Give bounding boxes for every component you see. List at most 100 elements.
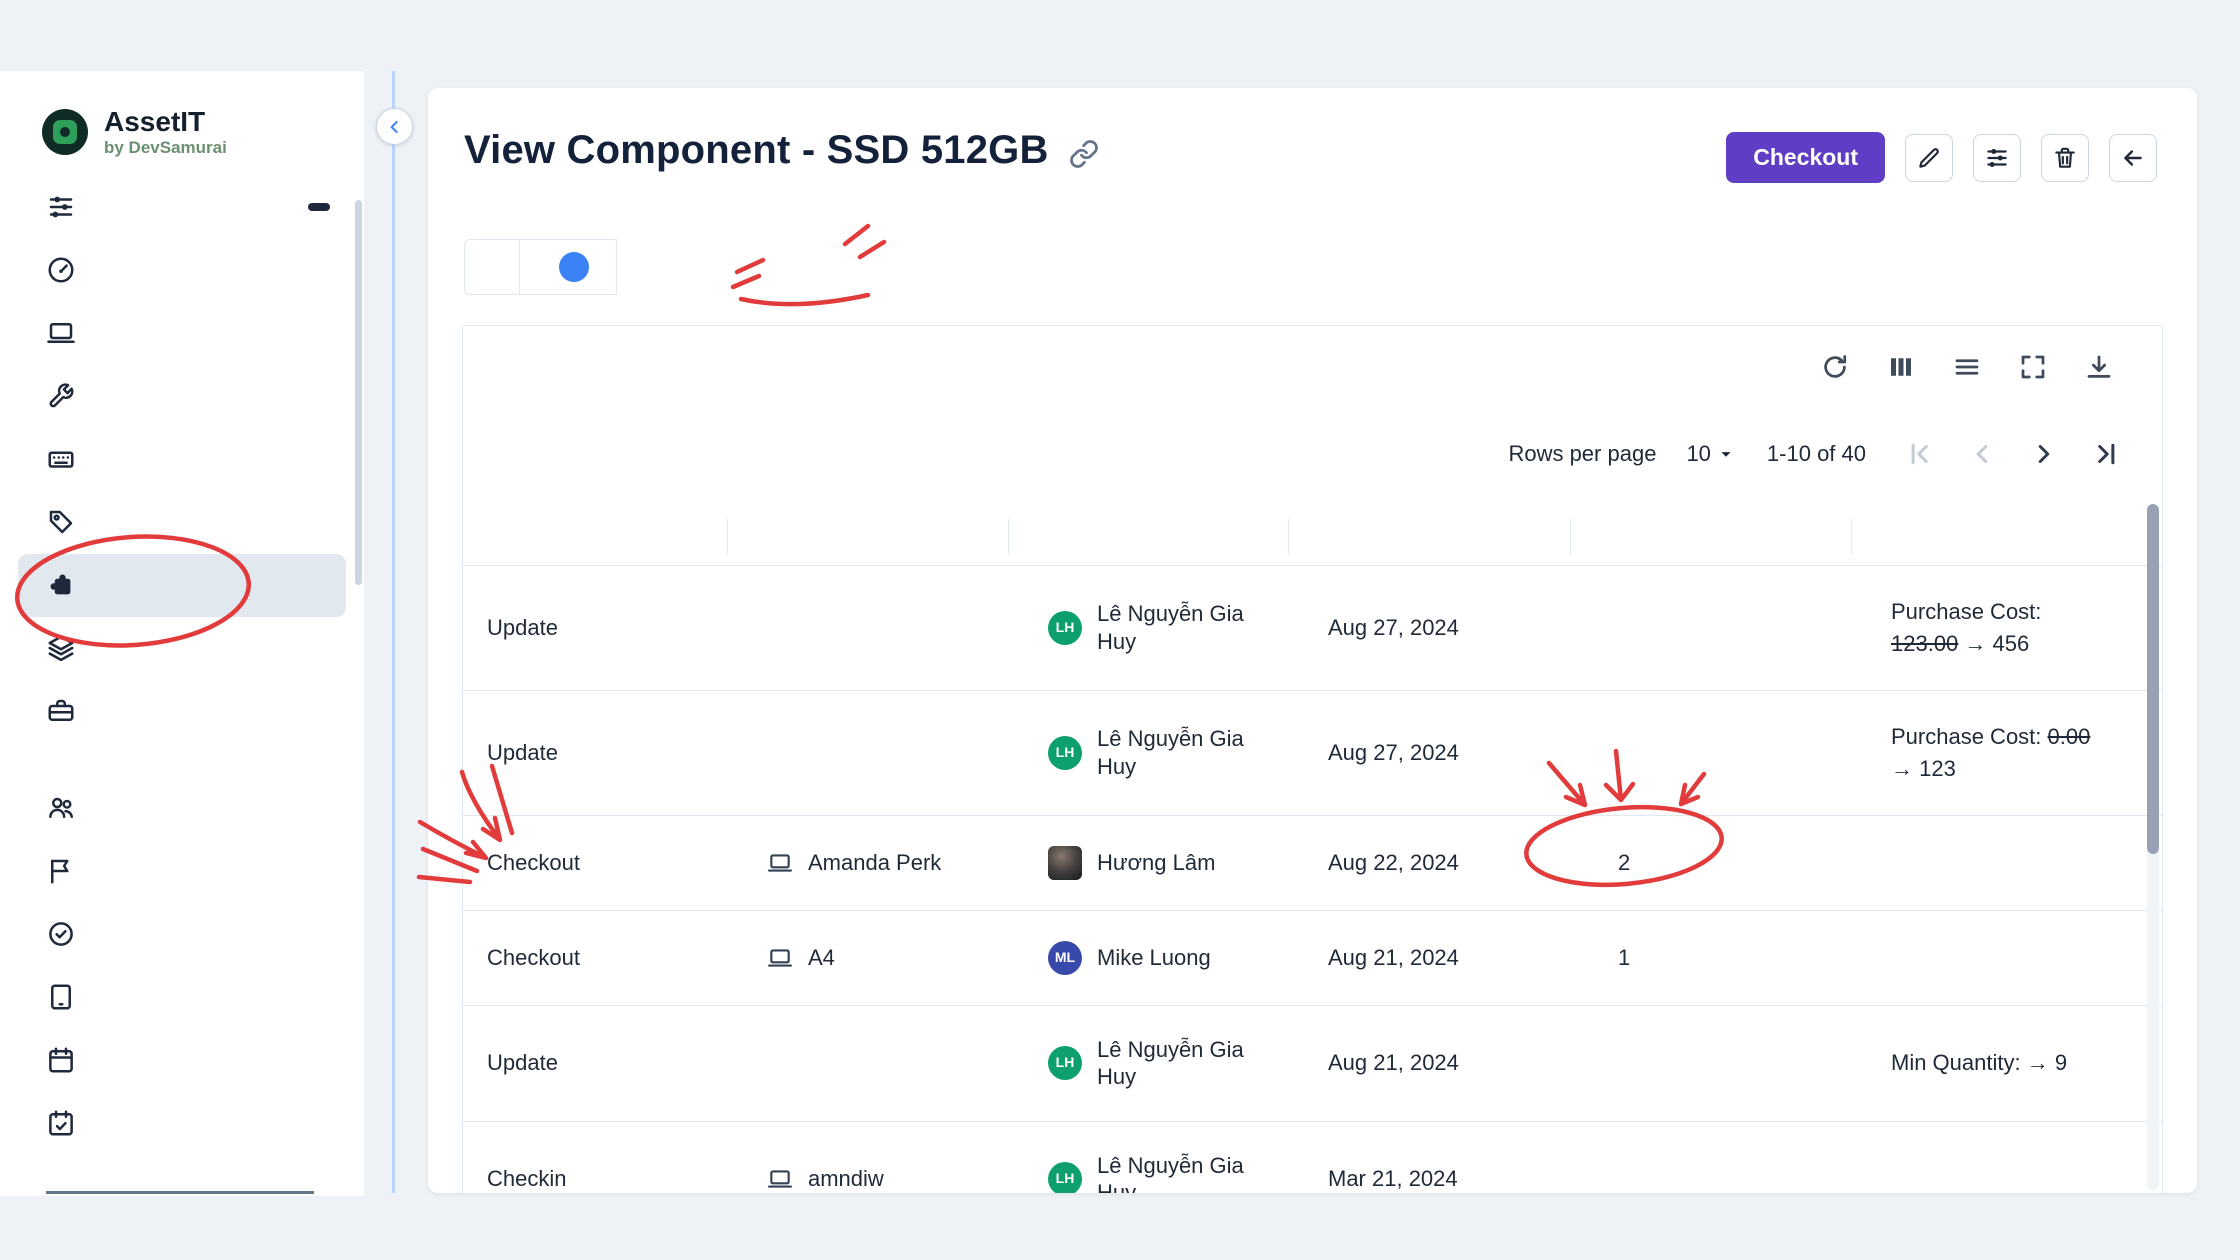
sidebar-item-asset-booking[interactable] xyxy=(18,966,346,1029)
changed-text: Purchase Cost: 0.00 → 123 xyxy=(1891,721,2111,785)
table-header-row xyxy=(463,508,2162,566)
cell-action: Update xyxy=(463,1019,727,1107)
keyboard-icon xyxy=(46,444,76,474)
sidebar-item-reservations[interactable] xyxy=(18,1029,346,1092)
cell-date: Aug 22, 2024 xyxy=(1288,819,1570,907)
user-name: Lê Nguyễn Gia Huy xyxy=(1097,725,1255,780)
sidebar-scrollbar[interactable] xyxy=(355,200,362,585)
cell-date: Aug 27, 2024 xyxy=(1288,709,1570,797)
puzzle-icon xyxy=(46,570,76,600)
table-row: Update LHLê Nguyễn Gia Huy Aug 27, 2024 … xyxy=(463,566,2162,691)
column-header-updated-by xyxy=(1008,519,1288,555)
column-header-changed xyxy=(1851,519,2162,555)
last-page-button[interactable] xyxy=(2086,434,2126,474)
previous-page-button[interactable] xyxy=(1962,434,2002,474)
cell-action: Update xyxy=(463,584,727,672)
cell-changed: Min Quantity: → 9 xyxy=(1851,1017,2162,1109)
laptop-icon xyxy=(46,318,76,348)
settings-sliders-button[interactable] xyxy=(1973,134,2021,182)
avatar-initials: LH xyxy=(1048,1162,1082,1193)
checkout-button[interactable]: Checkout xyxy=(1726,132,1885,183)
copy-link-icon[interactable] xyxy=(1069,139,1099,169)
avatar-initials: LH xyxy=(1048,736,1082,770)
tab-used-by[interactable] xyxy=(520,239,617,295)
avatar-photo xyxy=(1048,846,1082,880)
sidebar-item-accessories[interactable] xyxy=(18,428,346,491)
density-icon[interactable] xyxy=(1952,352,1982,382)
sidebar-collapse-button[interactable] xyxy=(376,108,413,145)
cell-target xyxy=(727,1033,1008,1093)
cell-date: Aug 27, 2024 xyxy=(1288,584,1570,672)
table-row: Checkin amndiw LHLê Nguyễn Gia Huy Mar 2… xyxy=(463,1122,2162,1193)
cell-updated-by: Hương Lâm xyxy=(1008,816,1288,910)
table-scrollbar-thumb[interactable] xyxy=(2147,504,2159,854)
columns-icon[interactable] xyxy=(1886,352,1916,382)
table-row: Checkout Amanda Perk Hương Lâm Aug 22, 2… xyxy=(463,816,2162,911)
changed-text: Purchase Cost: 123.00 → 456 xyxy=(1891,596,2111,660)
cell-date: Aug 21, 2024 xyxy=(1288,914,1570,1002)
history-table: Update LHLê Nguyễn Gia Huy Aug 27, 2024 … xyxy=(463,508,2162,1193)
first-page-button[interactable] xyxy=(1900,434,1940,474)
tab-history[interactable] xyxy=(617,239,671,295)
app-root: AssetIT by DevSamurai xyxy=(0,0,2240,1260)
cell-updated-by: LH Lê Nguyễn Gia Huy xyxy=(1008,695,1288,810)
download-icon[interactable] xyxy=(2084,352,2114,382)
cell-changed: Purchase Cost: 123.00 → 456 xyxy=(1851,566,2162,690)
sidebar-item-inventories[interactable] xyxy=(18,176,346,239)
table-body: Update LHLê Nguyễn Gia Huy Aug 27, 2024 … xyxy=(463,566,2162,1193)
sidebar-item-custody-verification[interactable] xyxy=(18,903,346,966)
main-panel: View Component - SSD 512GB Checkout xyxy=(428,88,2197,1193)
fullscreen-icon[interactable] xyxy=(2018,352,2048,382)
sliders-icon xyxy=(46,192,76,222)
next-page-button[interactable] xyxy=(2024,434,2064,474)
cell-changed xyxy=(1851,1149,2162,1193)
cell-changed xyxy=(1851,928,2162,988)
cell-changed xyxy=(1851,833,2162,893)
used-by-count-badge xyxy=(559,252,589,282)
badge-check-icon xyxy=(46,919,76,949)
people-icon xyxy=(46,793,76,823)
sidebar-item-asset-maintenance[interactable] xyxy=(18,365,346,428)
sidebar-item-components[interactable] xyxy=(18,554,346,617)
laptop-icon xyxy=(767,945,793,971)
user-name: Mike Luong xyxy=(1097,944,1211,972)
cell-quantity xyxy=(1570,1033,1851,1093)
sidebar-item-reports[interactable] xyxy=(18,840,346,903)
brand-header: AssetIT by DevSamurai xyxy=(0,71,364,172)
chevron-down-icon xyxy=(1715,443,1737,465)
rows-per-page-select[interactable]: 10 xyxy=(1686,441,1736,467)
avatar-initials: LH xyxy=(1048,611,1082,645)
table-row: Checkout A4 MLMike Luong Aug 21, 2024 1 xyxy=(463,911,2162,1006)
sidebar-item-dashboard[interactable] xyxy=(18,239,346,302)
sidebar-divider xyxy=(46,1191,314,1194)
cell-changed: Purchase Cost: 0.00 → 123 xyxy=(1851,691,2162,815)
sidebar-item-licenses[interactable] xyxy=(18,491,346,554)
cell-action: Checkin xyxy=(463,1135,727,1193)
cell-action: Checkout xyxy=(463,914,727,1002)
sidebar-item-consumables[interactable] xyxy=(18,617,346,680)
brand-byline: by DevSamurai xyxy=(104,138,227,158)
cell-quantity: 1 xyxy=(1570,914,1851,1002)
user-name: Lê Nguyễn Gia Huy xyxy=(1097,600,1255,655)
layers-icon xyxy=(46,633,76,663)
sidebar-item-loans[interactable] xyxy=(18,1092,346,1155)
edit-button[interactable] xyxy=(1905,134,1953,182)
sidebar: AssetIT by DevSamurai xyxy=(0,71,364,1196)
sidebar-item-assets[interactable] xyxy=(18,302,346,365)
target-name: Amanda Perk xyxy=(808,849,941,877)
sidebar-badge xyxy=(308,203,330,211)
user-name: Lê Nguyễn Gia Huy xyxy=(1097,1036,1255,1091)
refresh-icon[interactable] xyxy=(1820,352,1850,382)
app-logo-icon xyxy=(42,109,88,155)
sidebar-item-people[interactable] xyxy=(18,777,346,840)
page-title: View Component - SSD 512GB xyxy=(464,128,1049,173)
delete-button[interactable] xyxy=(2041,134,2089,182)
cell-target: Amanda Perk xyxy=(727,819,1008,907)
gauge-icon xyxy=(46,255,76,285)
back-button[interactable] xyxy=(2109,134,2157,182)
cell-date: Aug 21, 2024 xyxy=(1288,1019,1570,1107)
tab-info[interactable] xyxy=(464,239,520,295)
cell-updated-by: MLMike Luong xyxy=(1008,911,1288,1005)
sidebar-item-pre-defined-kits[interactable] xyxy=(18,680,346,743)
wrench-icon xyxy=(46,381,76,411)
